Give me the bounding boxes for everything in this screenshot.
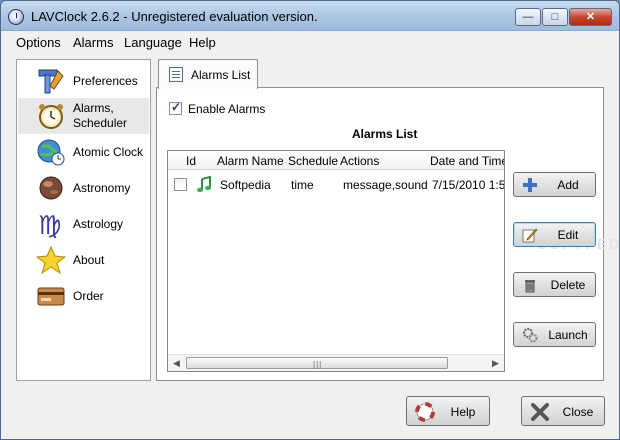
credit-card-icon	[37, 287, 65, 306]
preferences-tools-icon	[38, 69, 64, 94]
sidebar-item-about[interactable]: About	[18, 242, 149, 278]
star-icon	[36, 246, 66, 274]
maximize-button[interactable]: □	[542, 8, 568, 26]
column-id[interactable]: Id	[186, 154, 196, 168]
plus-icon	[523, 178, 537, 192]
row-checkbox[interactable]	[174, 178, 187, 191]
delete-button[interactable]: Delete	[513, 272, 596, 297]
lifebuoy-icon	[415, 402, 435, 422]
app-clock-icon[interactable]	[8, 9, 24, 25]
sidebar-item-order[interactable]: Order	[18, 278, 149, 314]
pencil-edit-icon	[522, 228, 538, 243]
table-header: Id Alarm Name Schedule Actions Date and …	[168, 151, 504, 170]
scroll-right-arrow[interactable]: ▶	[492, 358, 499, 369]
column-actions[interactable]: Actions	[340, 154, 379, 168]
enable-alarms-label: Enable Alarms	[188, 102, 266, 116]
sidebar: Preferences Alarms, Scheduler Atomic Clo…	[16, 59, 151, 381]
menu-help[interactable]: Help	[189, 35, 216, 50]
add-button[interactable]: Add	[513, 172, 596, 197]
horizontal-scrollbar[interactable]: ◀ ||| ▶	[168, 354, 504, 371]
cell-schedule: time	[291, 178, 314, 192]
cell-date-time: 7/15/2010 1:5	[432, 178, 505, 192]
column-alarm-name[interactable]: Alarm Name	[217, 154, 284, 168]
menu-options[interactable]: Options	[16, 35, 61, 50]
app-window: LAVClock 2.6.2 - Unregistered evaluation…	[0, 0, 620, 440]
help-button[interactable]: Help	[406, 396, 490, 426]
scroll-grip: |||	[313, 360, 323, 369]
enable-alarms-checkbox[interactable]	[169, 100, 182, 115]
table-row[interactable]: Softpedia time message,sound 7/15/2010 1…	[168, 173, 504, 197]
menu-bar: Options Alarms Language Help	[1, 32, 619, 52]
svg-text:♍: ♍	[38, 211, 61, 238]
alarms-list-title: Alarms List	[352, 127, 418, 141]
menu-alarms[interactable]: Alarms	[73, 35, 113, 50]
close-button[interactable]: Close	[521, 396, 605, 426]
minimize-button[interactable]: —	[515, 8, 541, 26]
scroll-thumb[interactable]: |||	[186, 357, 448, 369]
close-window-button[interactable]: ✕	[569, 8, 612, 26]
menu-language[interactable]: Language	[124, 35, 182, 50]
column-schedule[interactable]: Schedule	[288, 154, 338, 168]
window-title: LAVClock 2.6.2 - Unregistered evaluation…	[31, 9, 318, 24]
cell-actions: message,sound	[343, 178, 428, 192]
sidebar-item-astronomy[interactable]: Astronomy	[18, 170, 149, 206]
sidebar-item-preferences[interactable]: Preferences	[18, 63, 149, 99]
trash-icon	[525, 280, 535, 293]
alarms-table[interactable]: Id Alarm Name Schedule Actions Date and …	[167, 150, 505, 372]
sidebar-item-astrology[interactable]: ♍ Astrology	[18, 206, 149, 242]
scroll-left-arrow[interactable]: ◀	[173, 358, 180, 369]
launch-button[interactable]: Launch	[513, 322, 596, 347]
edit-button[interactable]: Edit	[513, 222, 596, 247]
title-bar[interactable]: LAVClock 2.6.2 - Unregistered evaluation…	[1, 1, 619, 31]
music-note-icon	[197, 176, 211, 193]
tab-alarms-list[interactable]: Alarms List	[158, 59, 258, 89]
planet-icon	[39, 176, 63, 200]
list-document-icon	[169, 67, 183, 82]
cell-alarm-name: Softpedia	[220, 178, 271, 192]
gears-icon	[523, 328, 538, 343]
sidebar-item-atomic-clock[interactable]: Atomic Clock	[18, 134, 149, 170]
column-date-time[interactable]: Date and Time	[430, 154, 504, 168]
close-x-icon	[531, 403, 549, 421]
alarm-clock-icon	[39, 104, 63, 129]
sidebar-item-alarms-scheduler[interactable]: Alarms, Scheduler	[18, 98, 149, 134]
virgo-sign-icon: ♍	[38, 211, 61, 238]
globe-clock-icon	[37, 139, 65, 166]
